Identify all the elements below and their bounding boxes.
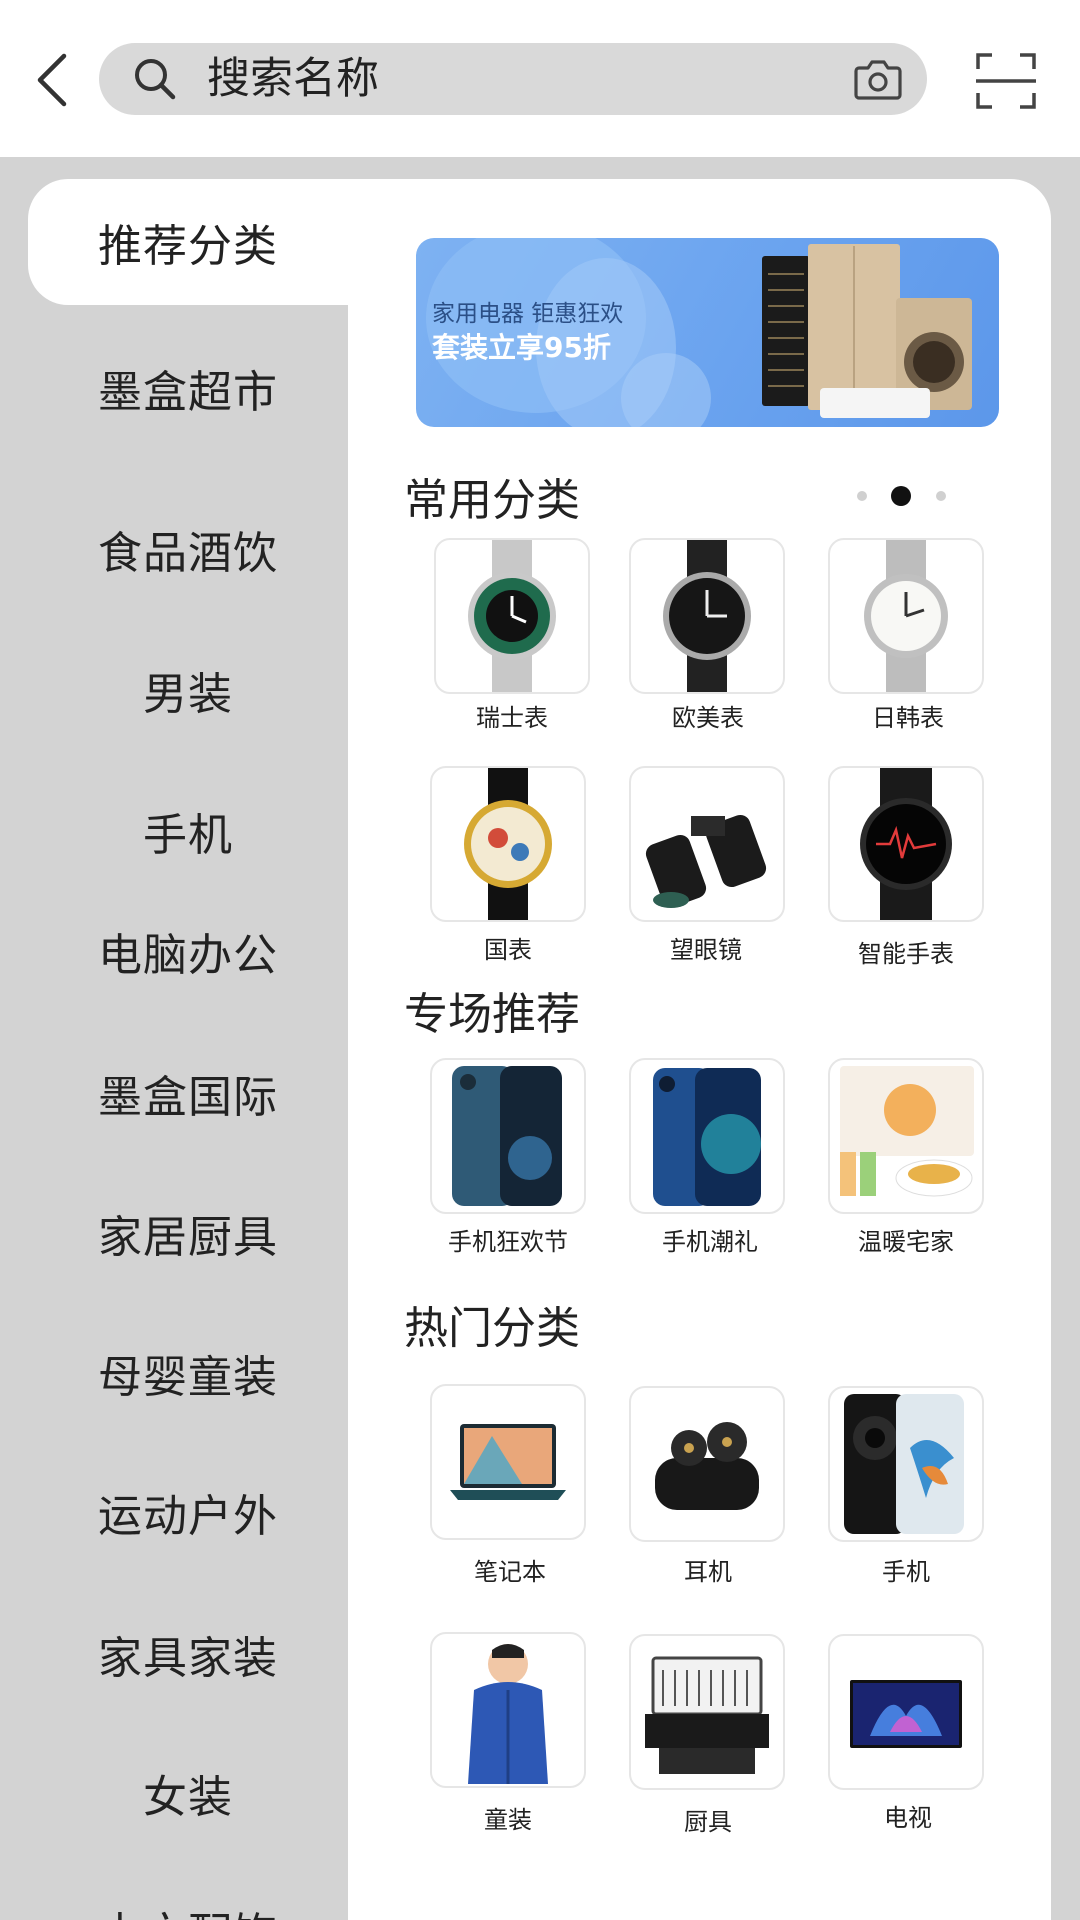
smartwatch-icon — [860, 768, 952, 920]
special-tile-warm-home[interactable] — [828, 1058, 984, 1214]
sidebar-item-furniture[interactable]: 家具家装 — [28, 1591, 348, 1717]
phone-blue-icon — [452, 1066, 562, 1206]
sidebar-item-label: 电脑办公 — [98, 930, 278, 981]
hot-tile-phone[interactable] — [828, 1386, 984, 1542]
hot-tile-kidswear[interactable] — [430, 1632, 586, 1788]
category-tile-swiss-watch[interactable] — [434, 538, 590, 694]
promo-banner[interactable]: 家用电器 钜惠狂欢 套装立享95折 — [416, 238, 999, 427]
category-tile-western-watch[interactable] — [629, 538, 785, 694]
special-label: 温暖宅家 — [858, 1228, 954, 1256]
page-indicator — [857, 486, 946, 506]
sidebar-item-label: 中文配饰 — [98, 1898, 278, 1920]
category-label: 瑞士表 — [476, 704, 548, 732]
section-title-hot: 热门分类 — [404, 1303, 580, 1354]
watch-white-icon — [864, 540, 948, 692]
category-label: 望眼镜 — [670, 936, 742, 964]
watch-gold-icon — [464, 768, 552, 920]
tea-box-icon — [840, 1066, 974, 1197]
hot-tile-tv[interactable] — [828, 1634, 984, 1790]
dishwasher-icon — [645, 1656, 769, 1774]
sidebar-item-label: 墨盒国际 — [98, 1072, 278, 1123]
sidebar-item-label: 推荐分类 — [98, 221, 278, 272]
hot-label: 耳机 — [684, 1558, 732, 1586]
category-tile-smartwatch[interactable] — [828, 766, 984, 922]
sidebar-item-label: 男装 — [143, 669, 233, 720]
sidebar-item-food-drinks[interactable]: 食品酒饮 — [28, 486, 348, 612]
sidebar-item-womenswear[interactable]: 女装 — [28, 1730, 348, 1856]
chevron-left-icon — [37, 53, 67, 107]
sidebar-item-baby-kids[interactable]: 母婴童装 — [28, 1310, 348, 1436]
category-tile-chinese-watch[interactable] — [430, 766, 586, 922]
sidebar-item-computers[interactable]: 电脑办公 — [28, 888, 348, 1014]
sidebar-item-home-kitchen[interactable]: 家居厨具 — [28, 1170, 348, 1296]
section-title-special: 专场推荐 — [404, 989, 580, 1040]
binoculars-icon — [645, 814, 767, 908]
watch-black-icon — [663, 540, 751, 692]
sidebar-item-accessories[interactable]: 中文配饰 — [28, 1867, 348, 1920]
sidebar-item-label: 母婴童装 — [98, 1352, 278, 1403]
banner-discount: 套装立享95折 — [432, 331, 611, 364]
sidebar-item-menswear[interactable]: 男装 — [28, 627, 348, 753]
special-label: 手机潮礼 — [662, 1228, 758, 1256]
search-box[interactable] — [99, 43, 927, 115]
sidebar-item-label: 家居厨具 — [98, 1212, 278, 1263]
hot-label: 电视 — [884, 1804, 932, 1832]
hot-label: 手机 — [882, 1558, 930, 1586]
sidebar-item-inkbox-market[interactable]: 墨盒超市 — [28, 325, 348, 451]
special-tile-phone-gifts[interactable] — [629, 1058, 785, 1214]
sidebar-item-label: 家具家装 — [98, 1633, 278, 1684]
hot-label: 厨具 — [684, 1808, 732, 1836]
phone-navy-icon — [653, 1068, 761, 1206]
category-tile-binoculars[interactable] — [629, 766, 785, 922]
hot-tile-earphones[interactable] — [629, 1386, 785, 1542]
kids-jacket-icon — [468, 1644, 548, 1784]
sidebar-item-label: 手机 — [143, 810, 233, 861]
special-tile-phone-festival[interactable] — [430, 1058, 586, 1214]
scan-icon[interactable] — [974, 51, 1038, 111]
hot-tile-kitchenware[interactable] — [629, 1634, 785, 1790]
sidebar-item-sports[interactable]: 运动户外 — [28, 1449, 348, 1575]
category-label: 智能手表 — [858, 940, 954, 968]
sidebar-item-label: 运动户外 — [98, 1491, 278, 1542]
sidebar-item-label: 女装 — [143, 1772, 233, 1823]
hot-label: 笔记本 — [474, 1558, 546, 1586]
sidebar-item-inkbox-intl[interactable]: 墨盒国际 — [28, 1030, 348, 1156]
laptop-icon — [450, 1424, 566, 1500]
sidebar-item-label: 墨盒超市 — [98, 367, 278, 418]
earbuds-icon — [655, 1422, 759, 1510]
camera-icon[interactable] — [851, 52, 905, 106]
phone-mate-icon — [844, 1394, 964, 1534]
search-icon — [135, 59, 176, 100]
search-input[interactable] — [207, 43, 767, 115]
category-label: 日韩表 — [872, 704, 944, 732]
tv-icon — [850, 1680, 962, 1748]
section-title-common: 常用分类 — [404, 475, 580, 526]
sidebar-item-label: 食品酒饮 — [98, 528, 278, 579]
sidebar-item-phones[interactable]: 手机 — [28, 768, 348, 894]
category-sidebar: 推荐分类 墨盒超市 食品酒饮 男装 手机 电脑办公 墨盒国际 家居厨具 母婴童装… — [0, 157, 348, 1920]
hot-tile-laptop[interactable] — [430, 1384, 586, 1540]
banner-headline: 家用电器 钜惠狂欢 — [432, 301, 624, 327]
category-label: 欧美表 — [672, 704, 744, 732]
category-tile-jp-kr-watch[interactable] — [828, 538, 984, 694]
top-bar — [0, 0, 1080, 157]
category-label: 国表 — [484, 936, 532, 964]
hot-label: 童装 — [484, 1806, 532, 1834]
watch-green-icon — [468, 540, 556, 692]
special-label: 手机狂欢节 — [448, 1228, 568, 1256]
back-button[interactable] — [22, 50, 82, 110]
